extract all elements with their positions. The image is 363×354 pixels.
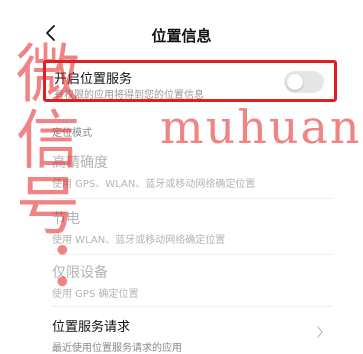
mode-option-description: 使用 WLAN、蓝牙或移动网络确定位置 — [52, 235, 226, 246]
divider — [52, 198, 332, 199]
location-service-description: 有权限的应用将得到您的位置信息 — [54, 90, 204, 101]
chevron-right-icon — [316, 326, 324, 338]
watermark-wechat-id: muhuanidc — [160, 100, 363, 154]
mode-option-description: 使用 GPS、WLAN、蓝牙或移动网络确定位置 — [52, 179, 256, 190]
location-requests-row[interactable]: 位置服务请求 最近使用位置服务请求的应用 — [52, 316, 332, 354]
location-service-switch[interactable] — [284, 71, 324, 93]
mode-option-title: 仅限设备 — [52, 265, 108, 281]
switch-knob — [287, 74, 303, 90]
location-service-row[interactable]: 开启位置服务 有权限的应用将得到您的位置信息 — [43, 60, 337, 102]
mode-option-description: 使用 GPS 确定位置 — [52, 289, 139, 300]
divider — [52, 306, 332, 307]
divider — [52, 254, 332, 255]
mode-option-title: 节电 — [52, 211, 80, 227]
location-mode-section-title: 定位模式 — [52, 128, 92, 139]
mode-option-device-only[interactable]: 仅限设备 使用 GPS 确定位置 — [52, 264, 322, 300]
top-bar: 位置信息 — [0, 0, 363, 60]
mode-option-battery-saving[interactable]: 节电 使用 WLAN、蓝牙或移动网络确定位置 — [52, 210, 322, 246]
page-title: 位置信息 — [151, 27, 212, 45]
location-requests-title: 位置服务请求 — [52, 320, 131, 335]
location-service-label: 开启位置服务 — [54, 72, 133, 87]
mode-option-high-accuracy[interactable]: 高精确度 使用 GPS、WLAN、蓝牙或移动网络确定位置 — [52, 154, 322, 190]
location-requests-description: 最近使用位置服务请求的应用 — [52, 343, 182, 354]
mode-option-title: 高精确度 — [52, 155, 108, 171]
